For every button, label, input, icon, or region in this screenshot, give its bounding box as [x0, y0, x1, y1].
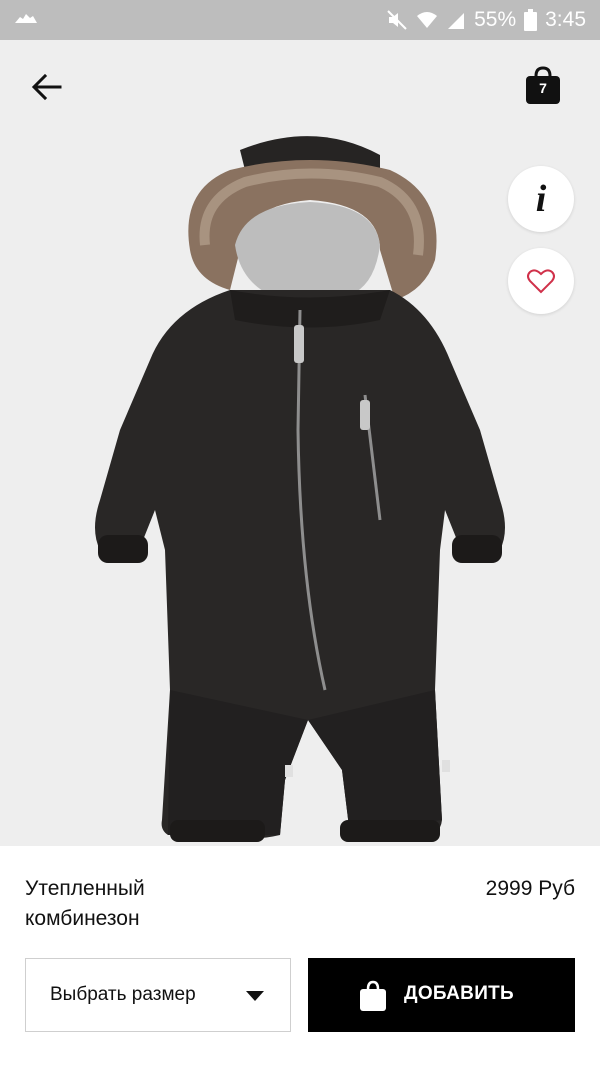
mute-icon	[386, 9, 408, 31]
cart-button[interactable]: 7	[524, 66, 562, 106]
cart-count-badge: 7	[539, 80, 547, 96]
product-price: 2999 Руб	[485, 877, 575, 900]
size-select[interactable]: Выбрать размер	[25, 958, 291, 1032]
signal-icon	[446, 9, 466, 31]
heart-icon	[527, 269, 555, 294]
back-button[interactable]	[30, 70, 64, 104]
chevron-down-icon	[246, 991, 264, 1001]
shopping-bag-icon	[360, 980, 386, 1011]
status-time: 3:45	[545, 8, 586, 31]
add-to-cart-button[interactable]: ДОБАВИТЬ	[308, 958, 575, 1032]
info-icon: i	[535, 178, 547, 220]
product-info-panel: Утепленный комбинезон 2999 Руб Выбрать р…	[0, 846, 600, 1066]
size-select-label: Выбрать размер	[50, 984, 196, 1005]
battery-percent: 55%	[474, 8, 517, 31]
status-icons: 55% 3:45	[386, 7, 586, 33]
product-name: Утепленный комбинезон	[25, 877, 145, 930]
battery-icon	[524, 9, 538, 31]
wifi-icon	[416, 9, 438, 31]
cloud-icon	[12, 11, 40, 30]
product-image	[95, 136, 505, 842]
arrow-left-icon	[31, 73, 62, 101]
product-hero: 7 i	[0, 40, 600, 846]
add-to-cart-label: ДОБАВИТЬ	[404, 983, 515, 1004]
status-bar: 55% 3:45	[0, 0, 600, 40]
